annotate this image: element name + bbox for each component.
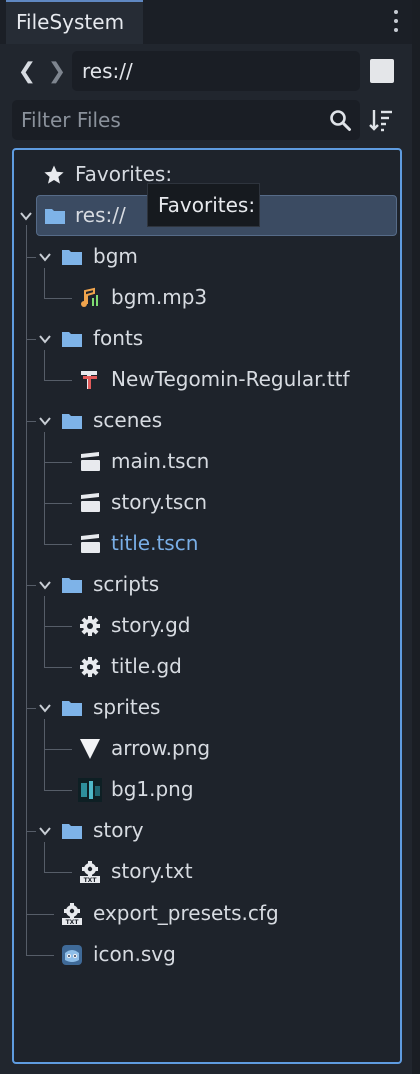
tree-guide — [44, 268, 45, 298]
audio-file-icon — [81, 287, 98, 307]
scene-icon — [81, 534, 100, 553]
tab-filesystem[interactable]: FileSystem — [6, 0, 143, 44]
path-input[interactable]: res:// — [72, 51, 360, 91]
dock-splitter[interactable] — [412, 0, 420, 1074]
gear-icon — [80, 657, 100, 677]
tree-guide — [44, 350, 45, 380]
chevron-down-icon[interactable] — [38, 250, 52, 264]
tree-item-story-gd[interactable]: story.gd — [111, 605, 190, 646]
tree-guide-root — [26, 225, 27, 955]
chevron-down-icon[interactable] — [38, 414, 52, 428]
tree-item-story-txt[interactable]: story.txt — [111, 851, 193, 892]
more-options-icon[interactable] — [392, 10, 400, 34]
tooltip: Favorites: — [147, 183, 260, 227]
split-mode-button[interactable] — [370, 59, 394, 83]
tree-guide — [44, 380, 72, 381]
filter-files-input[interactable]: Filter Files — [12, 100, 360, 140]
gear-icon — [80, 616, 100, 636]
svg-text:TXT: TXT — [84, 877, 98, 883]
sort-icon[interactable] — [368, 107, 394, 133]
tree-item-scenes-folder[interactable]: scenes — [93, 400, 162, 441]
tree-item-fonts-folder[interactable]: fonts — [93, 318, 143, 359]
folder-icon — [62, 578, 82, 593]
image-thumbnail-icon — [78, 778, 102, 802]
chevron-down-icon[interactable] — [38, 701, 52, 715]
tree-item-bg1-png[interactable]: bg1.png — [111, 769, 194, 810]
folder-icon — [62, 701, 82, 716]
tree-guide — [44, 626, 72, 627]
tree-guide — [26, 257, 36, 258]
folder-icon — [62, 332, 82, 347]
tree-item-arrow-png[interactable]: arrow.png — [111, 728, 210, 769]
tree-item-export-presets[interactable]: export_presets.cfg — [93, 893, 279, 934]
tree-guide — [44, 432, 45, 545]
tree-guide — [44, 842, 45, 872]
arrow-image-icon — [80, 739, 100, 759]
tree-guide — [26, 955, 54, 956]
chevron-down-icon[interactable] — [38, 578, 52, 592]
tree-guide — [26, 708, 36, 709]
folder-icon — [62, 414, 82, 429]
tree-guide — [26, 914, 54, 915]
folder-icon — [45, 209, 65, 224]
tree-guide — [26, 831, 36, 832]
tree-guide — [44, 544, 72, 545]
tree-item-icon-svg[interactable]: icon.svg — [93, 934, 176, 975]
tree-item-bgm-mp3[interactable]: bgm.mp3 — [111, 277, 207, 318]
font-file-icon — [81, 371, 97, 389]
tree-item-title-tscn[interactable]: title.tscn — [111, 523, 198, 564]
tree-guide — [44, 719, 45, 790]
chevron-down-icon[interactable] — [19, 209, 33, 223]
folder-icon — [62, 250, 82, 265]
tree-guide — [44, 298, 72, 299]
search-icon — [330, 110, 351, 131]
tree-item-scripts-folder[interactable]: scripts — [93, 564, 159, 605]
scene-icon — [81, 493, 100, 512]
tree-item-main-tscn[interactable]: main.tscn — [111, 441, 209, 482]
chevron-down-icon[interactable] — [38, 332, 52, 346]
config-file-icon: TXT — [62, 903, 82, 925]
star-icon — [44, 165, 64, 184]
back-button[interactable]: ❮ — [16, 58, 38, 86]
folder-icon — [62, 824, 82, 839]
tree-guide — [44, 872, 72, 873]
tree-item-title-gd[interactable]: title.gd — [111, 646, 182, 687]
tree-guide — [26, 421, 36, 422]
tree-guide — [44, 790, 72, 791]
tree-item-font-file[interactable]: NewTegomin-Regular.ttf — [111, 359, 350, 400]
tree-guide — [44, 667, 72, 668]
tree-item-sprites-folder[interactable]: sprites — [93, 687, 160, 728]
tree-item-res-root[interactable]: res:// — [75, 195, 126, 236]
tree-item-story-folder[interactable]: story — [93, 810, 144, 851]
tree-guide — [44, 596, 45, 667]
tree-guide — [26, 339, 36, 340]
tree-item-bgm-folder[interactable]: bgm — [93, 236, 138, 277]
tree-guide — [44, 462, 72, 463]
forward-button[interactable]: ❯ — [46, 58, 68, 86]
tree-item-story-tscn[interactable]: story.tscn — [111, 482, 207, 523]
tree-guide — [44, 749, 72, 750]
godot-logo-icon — [62, 945, 82, 965]
svg-text:TXT: TXT — [66, 919, 80, 925]
tree-guide — [44, 503, 72, 504]
tab-bar: FileSystem — [0, 0, 412, 44]
tree-guide — [26, 585, 36, 586]
chevron-down-icon[interactable] — [38, 824, 52, 838]
scene-icon — [81, 452, 100, 471]
text-file-icon: TXT — [80, 861, 100, 883]
